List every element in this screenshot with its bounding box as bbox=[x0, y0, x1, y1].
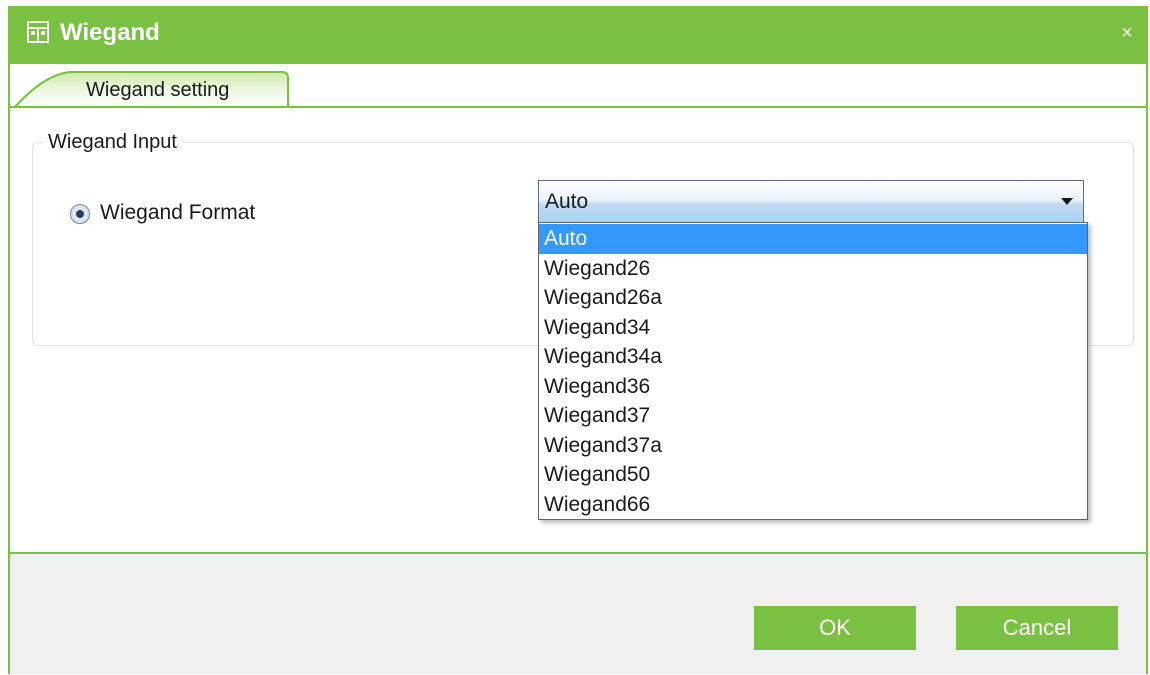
chevron-down-icon[interactable] bbox=[1061, 198, 1073, 205]
dropdown-option-wiegand26[interactable]: Wiegand26 bbox=[539, 254, 1087, 284]
wiegand-dialog: Wiegand × Wiegand setting Wiegand Input … bbox=[8, 6, 1148, 674]
dropdown-option-wiegand26a[interactable]: Wiegand26a bbox=[539, 283, 1087, 313]
dialog-footer: OK Cancel bbox=[10, 552, 1146, 674]
dropdown-option-auto[interactable]: Auto bbox=[539, 224, 1087, 254]
dropdown-option-wiegand50[interactable]: Wiegand50 bbox=[539, 460, 1087, 490]
dropdown-option-wiegand66[interactable]: Wiegand66 bbox=[539, 490, 1087, 520]
radio-selected-dot bbox=[76, 210, 84, 218]
group-legend: Wiegand Input bbox=[42, 130, 183, 154]
dropdown-option-wiegand37a[interactable]: Wiegand37a bbox=[539, 431, 1087, 461]
cancel-button[interactable]: Cancel bbox=[956, 606, 1118, 650]
title-bar: Wiegand × bbox=[10, 6, 1146, 64]
wiegand-window-icon bbox=[26, 20, 50, 44]
dropdown-option-wiegand36[interactable]: Wiegand36 bbox=[539, 372, 1087, 402]
wiegand-format-select[interactable]: Auto bbox=[538, 180, 1084, 224]
window-title: Wiegand bbox=[60, 19, 160, 46]
tab-wiegand-setting[interactable]: Wiegand setting bbox=[86, 78, 229, 102]
dropdown-option-wiegand34a[interactable]: Wiegand34a bbox=[539, 342, 1087, 372]
select-current-value: Auto bbox=[545, 190, 589, 213]
dropdown-option-wiegand34[interactable]: Wiegand34 bbox=[539, 313, 1087, 343]
ok-button[interactable]: OK bbox=[754, 606, 916, 650]
dropdown-option-wiegand37[interactable]: Wiegand37 bbox=[539, 401, 1087, 431]
content-area: Wiegand Input Wiegand Format Auto Auto W… bbox=[10, 108, 1146, 556]
wiegand-format-dropdown: Auto Wiegand26 Wiegand26a Wiegand34 Wieg… bbox=[538, 222, 1088, 520]
wiegand-format-label[interactable]: Wiegand Format bbox=[100, 200, 255, 226]
close-icon[interactable]: × bbox=[1116, 22, 1138, 44]
wiegand-format-radio[interactable] bbox=[70, 204, 90, 224]
tab-strip: Wiegand setting bbox=[10, 64, 1146, 108]
